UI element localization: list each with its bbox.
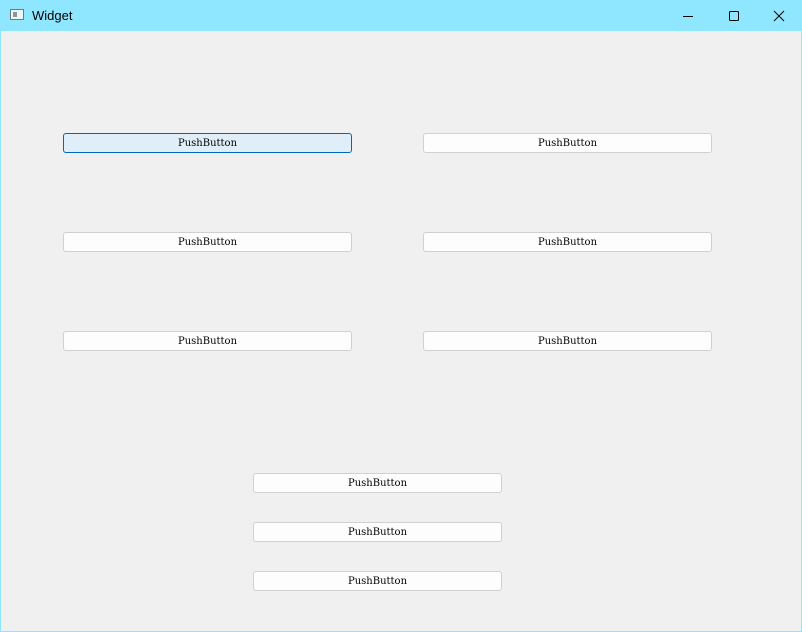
- window-title: Widget: [32, 8, 73, 23]
- close-icon: [773, 10, 785, 22]
- title-bar[interactable]: Widget: [1, 1, 801, 31]
- push-button-7[interactable]: PushButton: [253, 473, 502, 493]
- push-button-9[interactable]: PushButton: [253, 571, 502, 591]
- minimize-icon: [683, 16, 693, 17]
- minimize-button[interactable]: [665, 1, 711, 31]
- push-button-1[interactable]: PushButton: [63, 133, 352, 153]
- maximize-button[interactable]: [711, 1, 757, 31]
- push-button-6[interactable]: PushButton: [423, 331, 712, 351]
- close-button[interactable]: [756, 1, 802, 31]
- push-button-2[interactable]: PushButton: [423, 133, 712, 153]
- maximize-icon: [729, 11, 739, 21]
- app-window: Widget PushButton PushButton PushButton …: [0, 0, 802, 632]
- push-button-8[interactable]: PushButton: [253, 522, 502, 542]
- push-button-5[interactable]: PushButton: [63, 331, 352, 351]
- push-button-3[interactable]: PushButton: [63, 232, 352, 252]
- push-button-4[interactable]: PushButton: [423, 232, 712, 252]
- app-window-icon: [10, 9, 24, 20]
